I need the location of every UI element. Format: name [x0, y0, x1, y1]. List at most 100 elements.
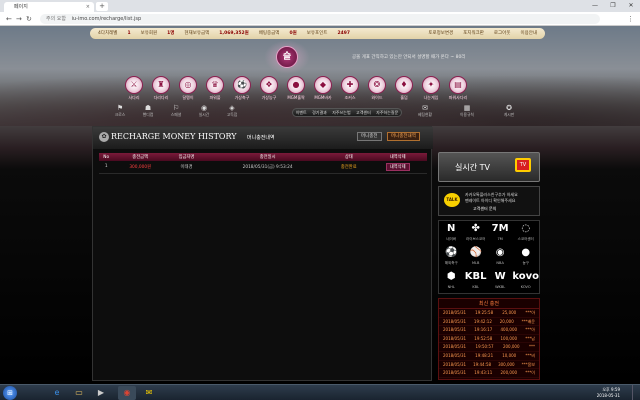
nav-board[interactable]: ✪ 게시판	[494, 104, 524, 118]
basketball-icon: ❖	[260, 76, 278, 94]
money-label: 현재보유금액	[184, 31, 210, 36]
bonus-label: 배팅중금액	[258, 31, 280, 36]
pill-support[interactable]: 고객센터	[356, 109, 371, 116]
browser-tab[interactable]: 페이지 ×	[4, 2, 94, 12]
daridari-icon: ♜	[152, 76, 170, 94]
link-profile[interactable]: 토로정보변경	[428, 28, 453, 39]
sports-link-mlb[interactable]: ⚾ MLB	[463, 245, 487, 269]
rules-icon: ▦	[463, 104, 471, 112]
start-button[interactable]: ⊞	[3, 386, 17, 400]
pill-results[interactable]: 경기결과	[312, 109, 327, 116]
sports-link-wkbl[interactable]: W WKBL	[488, 269, 512, 293]
nav-rules[interactable]: ▦ 이용규칙	[452, 104, 482, 118]
recharge-button[interactable]: 머니충전	[357, 132, 382, 141]
sports-link-kovo[interactable]: kovo KOVO	[512, 269, 539, 293]
forward-button[interactable]: →	[16, 15, 22, 23]
point-value: 2497	[337, 31, 350, 36]
nav-bet-status[interactable]: ✉ 베팅현황	[410, 104, 440, 118]
maximize-button[interactable]: ❐	[604, 0, 622, 12]
browser-tabstrip: 페이지 × + — ❐ ✕	[0, 0, 640, 12]
game-mgm-oddeven[interactable]: ● MGM홀짝	[286, 76, 306, 101]
kakaotalk-banner[interactable]: TALK 카카오톡플러스친구추가 하세요 팬레이트 아이디 확인해주세요 고객센…	[438, 186, 540, 216]
recharge-history-button[interactable]: 머니충전내역	[387, 132, 420, 141]
game-ladder[interactable]: ⚔ 사다리	[124, 76, 144, 101]
explorer-icon[interactable]: ▭	[70, 386, 88, 400]
sports-link-nba[interactable]: ◉ NBA	[488, 245, 512, 269]
chrome-icon[interactable]: ◉	[118, 386, 136, 400]
os-taskbar: ⊞ e ▭ ▶ ◉ ✉ 오후 9:59 2018-05-31	[0, 384, 640, 400]
panel-header: ✿ RECHARGE MONEY HISTORY 머니충전내역 머니충전 머니충…	[93, 127, 433, 149]
system-clock[interactable]: 오후 9:59 2018-05-31	[597, 387, 620, 399]
url-field[interactable]: 주의 요함 iu-imo.com/recharge/list.jsp	[40, 14, 600, 24]
sports-link-kbl[interactable]: KBL KBL	[463, 269, 487, 293]
game-daridari[interactable]: ♜ 다리다리	[151, 76, 171, 101]
nhl-icon: ⬢	[446, 271, 456, 282]
col-no: No	[99, 153, 114, 161]
nav-cross[interactable]: ⚑ 크로스	[110, 104, 130, 118]
sports-link-nhl[interactable]: ⬢ NHL	[439, 269, 463, 293]
delete-history-button[interactable]: 내역삭제	[385, 162, 410, 171]
row-date: 2018/05/31(금) 9:53:24	[205, 161, 330, 174]
game-virtual-basketball[interactable]: ❖ 가상농구	[259, 76, 279, 101]
joined-label: 보유회원	[140, 31, 158, 36]
ie-icon[interactable]: e	[48, 386, 66, 400]
naver-icon: N	[447, 223, 456, 234]
recharge-history-panel: ✿ RECHARGE MONEY HISTORY 머니충전내역 머니충전 머니충…	[92, 126, 433, 381]
user-level-label: 4다치레벨	[98, 31, 118, 36]
live-tv-title: 실시간 TV	[455, 163, 490, 172]
game-nanun[interactable]: ✦ 나눈게임	[421, 76, 441, 101]
game-jokers[interactable]: ✚ 조커스	[340, 76, 360, 101]
media-player-icon[interactable]: ▶	[92, 386, 110, 400]
flower-icon: ✿	[99, 132, 109, 142]
show-desktop-button[interactable]	[632, 385, 640, 400]
game-wide[interactable]: ❂ 와이드	[367, 76, 387, 101]
link-point[interactable]: 포지워크판	[463, 28, 484, 39]
reload-button[interactable]: ↻	[26, 15, 32, 23]
tab-close-icon[interactable]: ×	[86, 2, 90, 12]
game-holdem[interactable]: ♦ 홀덤	[394, 76, 414, 101]
nav-highscore[interactable]: ◈ 고득점	[222, 104, 242, 118]
game-mgm-baccarat[interactable]: ◆ MGM바카	[313, 76, 333, 101]
user-level-value: 1	[127, 31, 131, 36]
sports-link-scorecenter[interactable]: ◌ 스코어센터	[512, 221, 539, 245]
new-tab-button[interactable]: +	[96, 2, 108, 11]
nav-live[interactable]: ◉ 실시간	[194, 104, 214, 118]
link-logout[interactable]: 로그아웃	[494, 28, 511, 39]
mail-icon: ✉	[422, 104, 428, 112]
history-table: No 충전금액 입금자명 충전일시 상태 내역삭제 1 300,000원 이태경…	[99, 153, 427, 174]
nav-handicap[interactable]: ☗ 핸디캡	[138, 104, 158, 118]
col-date: 충전일시	[205, 153, 330, 161]
sports-link-basketball[interactable]: ● 농구	[512, 245, 539, 269]
handicap-icon: ☗	[144, 104, 152, 112]
bonus-value: 0원	[289, 31, 297, 36]
info-nav: ✉ 베팅현황 ▦ 이용규칙 ✪ 게시판	[410, 104, 524, 118]
game-snail[interactable]: ◎ 달팽이	[178, 76, 198, 101]
game-power-ladder[interactable]: ▤ 파워사다리	[448, 76, 468, 101]
link-guide[interactable]: 이용안내	[520, 28, 537, 39]
kakaotalk-app-icon[interactable]: ✉	[140, 386, 158, 400]
sports-link-soccer[interactable]: ⚽ 해외축구	[439, 245, 463, 269]
url-text: iu-imo.com/recharge/list.jsp	[71, 16, 142, 22]
browser-menu-icon[interactable]: ⋮	[627, 15, 634, 23]
window-controls: — ❐ ✕	[586, 0, 640, 12]
pill-event[interactable]: 이벤트	[296, 109, 307, 116]
site-logo[interactable]: 슬	[276, 46, 298, 68]
sports-link-naver[interactable]: N 네이버	[439, 221, 463, 245]
nav-special[interactable]: ⚐ 스페셜	[166, 104, 186, 118]
security-indicator[interactable]: 주의 요함	[46, 16, 66, 22]
game-powerball[interactable]: ♛ 파워볼	[205, 76, 225, 101]
pill-faq[interactable]: 자주하는질문	[376, 109, 398, 116]
livescore-icon: ✤	[471, 223, 480, 234]
game-virtual-soccer[interactable]: ⚽ 가상축구	[232, 76, 252, 101]
page-title: RECHARGE MONEY HISTORY	[111, 132, 237, 141]
minimize-button[interactable]: —	[586, 0, 604, 12]
back-button[interactable]: ←	[6, 15, 12, 23]
live-tv-banner[interactable]: 실시간 TV TV	[438, 152, 540, 182]
close-window-button[interactable]: ✕	[622, 0, 640, 12]
sports-link-livescore[interactable]: ✤ 라이브스코어	[463, 221, 487, 245]
pill-usage[interactable]: 자주쓰는법	[332, 109, 350, 116]
highscore-icon: ◈	[229, 104, 235, 112]
mgm-baccarat-icon: ◆	[314, 76, 332, 94]
recent-recharge-title: 최신 충전	[439, 299, 539, 309]
sports-link-7m[interactable]: 7M 7M	[488, 221, 512, 245]
